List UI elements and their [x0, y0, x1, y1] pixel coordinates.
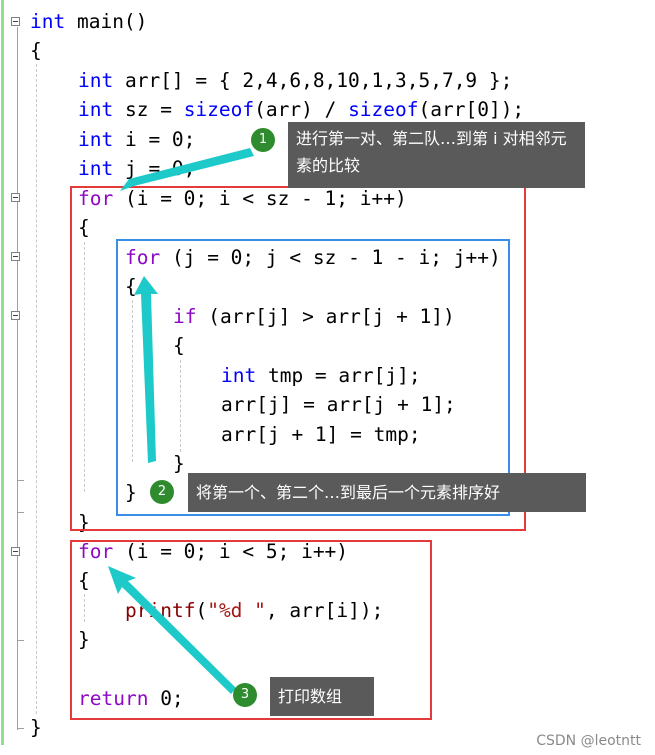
arrow-2: [134, 276, 158, 463]
annotation-badge-1: 1: [251, 128, 275, 152]
annotation-badge-2: 2: [150, 480, 174, 504]
watermark: CSDN @leotntt: [536, 733, 641, 749]
annotation-arrows: [108, 148, 254, 694]
annotation-callout-2: 将第一个、第二个…到最后一个元素排序好: [188, 473, 586, 512]
code-editor[interactable]: int main() { int arr[] = { 2,4,6,8,10,1,…: [0, 0, 655, 755]
annotation-callout-1: 进行第一对、第二队…到第 i 对相邻元素的比较: [288, 122, 585, 188]
annotation-callout-3: 打印数组: [270, 677, 374, 716]
arrow-3: [108, 566, 236, 694]
arrow-1: [120, 148, 254, 191]
annotation-badge-3: 3: [233, 683, 257, 707]
